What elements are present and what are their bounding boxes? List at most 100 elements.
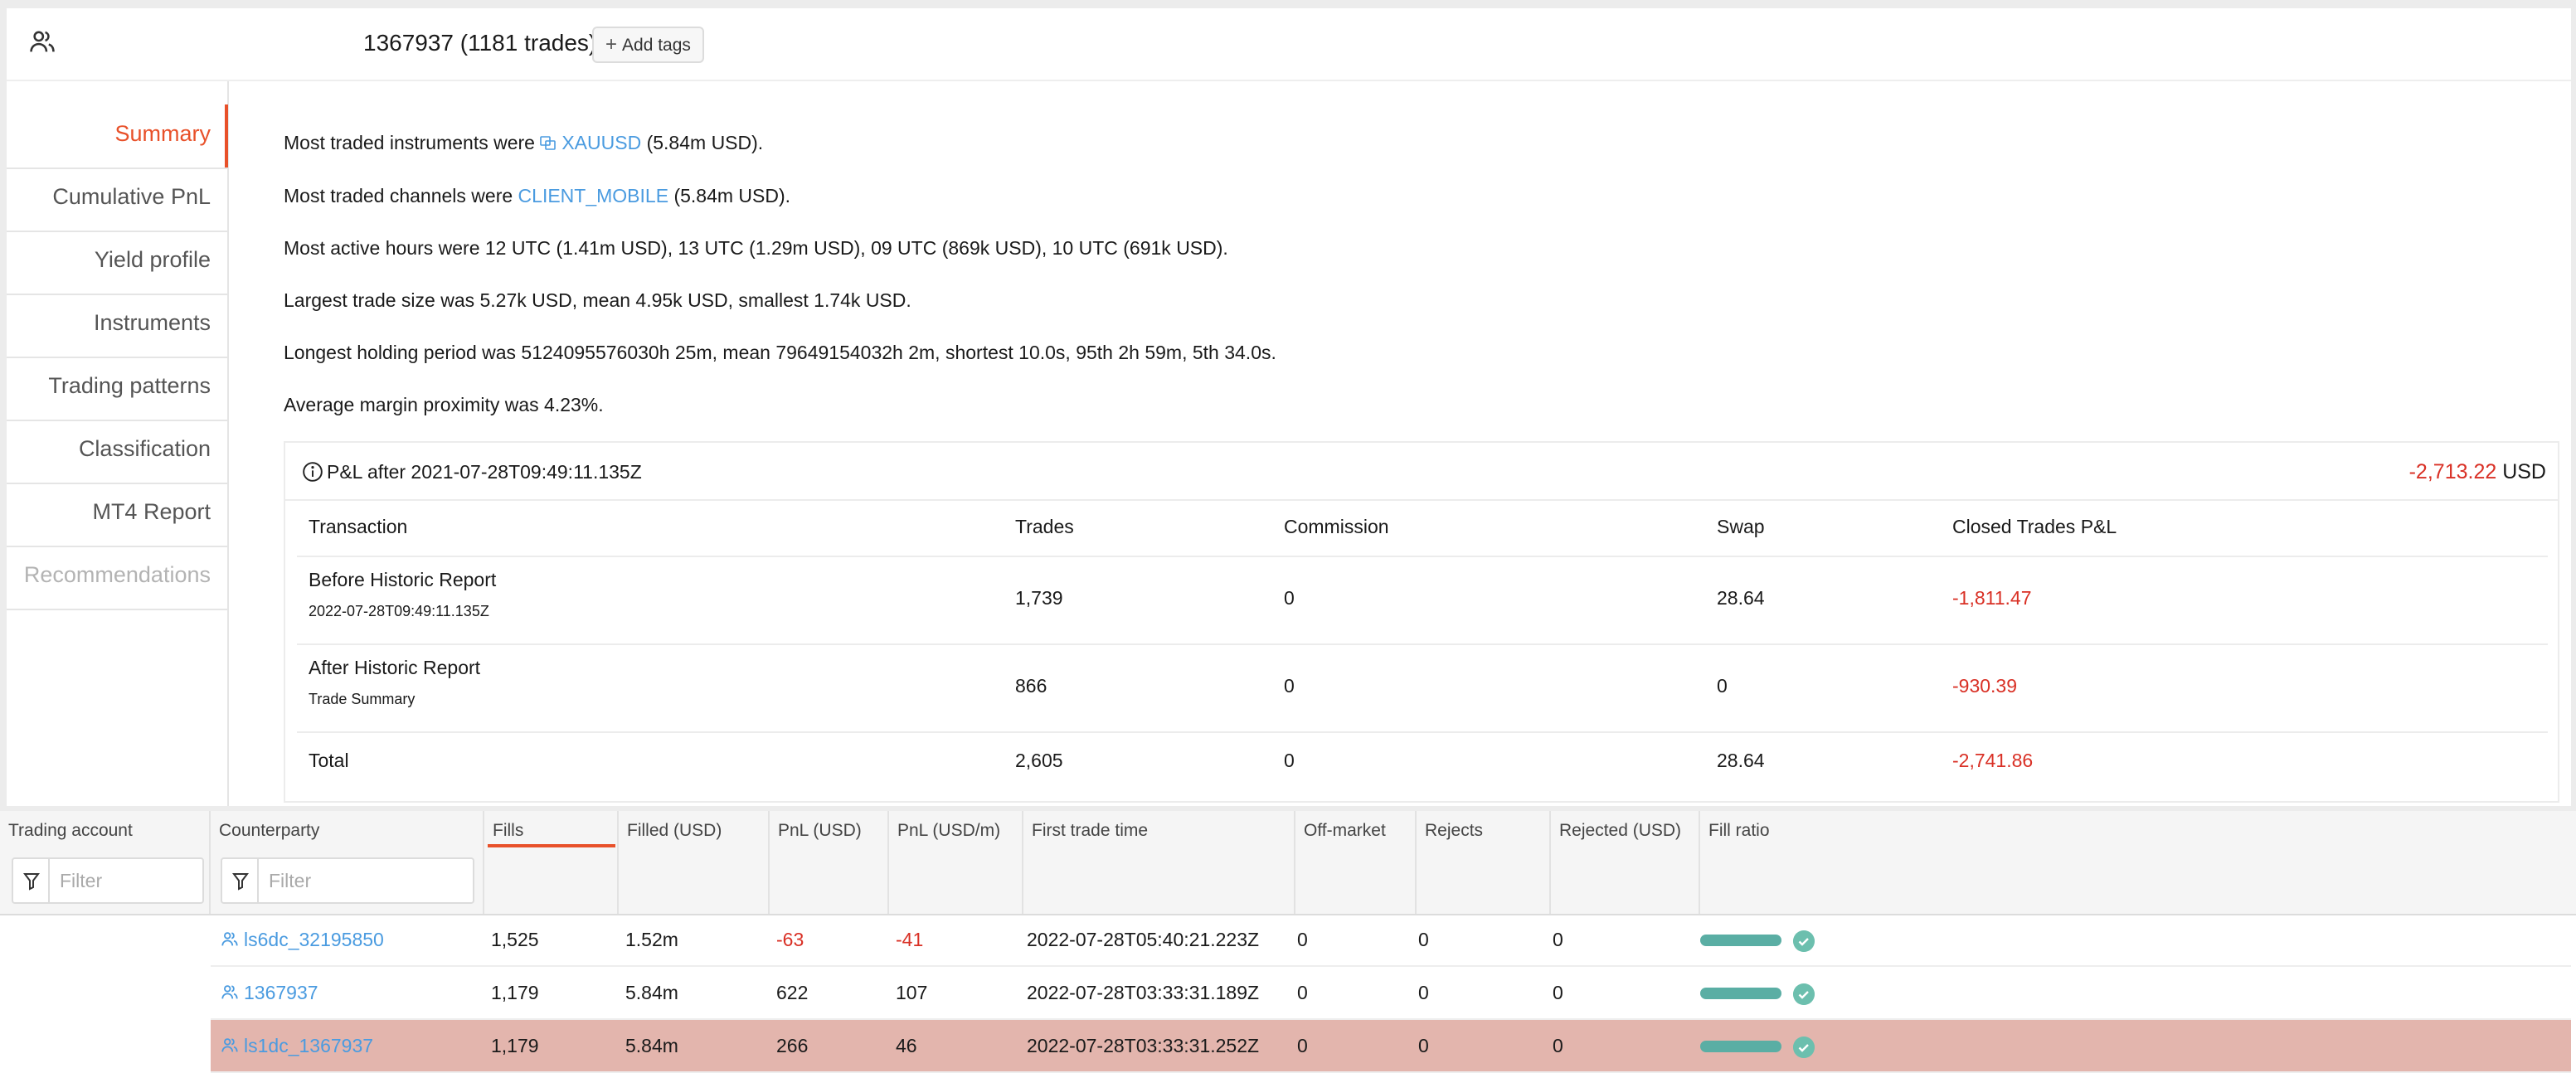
- active-indicator: [225, 104, 228, 168]
- filled-cell: 5.84m: [625, 1035, 678, 1056]
- add-tags-label: Add tags: [622, 36, 691, 55]
- sidebar-item-trading-patterns[interactable]: Trading patterns: [48, 373, 211, 399]
- counterparty-filter-input[interactable]: [264, 859, 471, 902]
- counterparty-link[interactable]: 1367937: [221, 980, 318, 1005]
- sidebar-item-instruments[interactable]: Instruments: [94, 310, 211, 336]
- divider: [7, 609, 227, 610]
- report-sidebar: Summary Cumulative PnL Yield profile Ins…: [7, 81, 229, 806]
- swap-cell: 28.64: [1717, 750, 1765, 771]
- column-counterparty[interactable]: Counterparty: [211, 811, 484, 914]
- info-icon[interactable]: [302, 461, 323, 483]
- pnl-cell: -930.39: [1952, 675, 2018, 697]
- rejects-cell: 0: [1418, 1035, 1429, 1056]
- swap-cell: 28.64: [1717, 587, 1765, 609]
- counterparty-grid: Trading account Counterparty Fills Fille…: [0, 811, 2576, 1073]
- sidebar-item-cumulative-pnl[interactable]: Cumulative PnL: [52, 184, 211, 210]
- column-header: Closed Trades P&L: [1952, 516, 2117, 537]
- fills-cell: 1,179: [491, 1035, 539, 1056]
- pnl-per-m-cell: 107: [896, 982, 928, 1003]
- filter-icon[interactable]: [13, 859, 50, 902]
- commission-cell: 0: [1284, 675, 1295, 697]
- divider: [7, 357, 227, 358]
- column-header: Trades: [1015, 516, 1074, 537]
- instrument-link[interactable]: XAUUSD: [540, 132, 641, 153]
- fills-cell: 1,525: [491, 929, 539, 950]
- table-row: After Historic Report Trade Summary 866 …: [297, 643, 2548, 733]
- column-trading-account[interactable]: Trading account: [0, 811, 211, 914]
- first-trade-cell: 2022-07-28T03:33:31.189Z: [1027, 982, 1260, 1003]
- check-icon: [1793, 1037, 1815, 1058]
- divider: [7, 420, 227, 421]
- rejected-cell: 0: [1553, 929, 1563, 950]
- column-rejected-usd[interactable]: Rejected (USD): [1551, 811, 1700, 914]
- summary-channels: Most traded channels were CLIENT_MOBILE …: [284, 185, 791, 206]
- column-fill-ratio[interactable]: Fill ratio: [1700, 811, 2576, 914]
- add-tags-button[interactable]: + Add tags: [592, 27, 704, 63]
- pnl-cell: 266: [776, 1035, 809, 1056]
- rejects-cell: 0: [1418, 929, 1429, 950]
- column-first-trade-time[interactable]: First trade time: [1023, 811, 1295, 914]
- rejects-cell: 0: [1418, 982, 1429, 1003]
- fill-ratio-bar: [1700, 935, 1781, 946]
- pnl-report-total: -2,713.22 USD: [2408, 460, 2546, 483]
- sidebar-item-classification[interactable]: Classification: [79, 436, 211, 462]
- pnl-cell: -2,741.86: [1952, 750, 2034, 771]
- filled-cell: 5.84m: [625, 982, 678, 1003]
- fill-ratio-bar: [1700, 1041, 1781, 1052]
- pnl-cell: -1,811.47: [1952, 587, 2032, 609]
- row-name: Before Historic Report: [309, 569, 497, 590]
- summary-holding-period: Longest holding period was 5124095576030…: [284, 342, 1276, 363]
- summary-active-hours: Most active hours were 12 UTC (1.41m USD…: [284, 237, 1228, 259]
- plus-icon: +: [605, 33, 618, 56]
- first-trade-cell: 2022-07-28T03:33:31.252Z: [1027, 1035, 1260, 1056]
- check-icon: [1793, 983, 1815, 1005]
- sidebar-item-mt4-report[interactable]: MT4 Report: [92, 499, 211, 525]
- row-name: Total: [309, 750, 349, 771]
- trading-account-filter: [12, 857, 204, 904]
- column-pnl-usd-m[interactable]: PnL (USD/m): [889, 811, 1023, 914]
- sidebar-item-summary[interactable]: Summary: [114, 121, 211, 147]
- account-header: 1367937 (1181 trades) + Add tags: [7, 8, 2571, 81]
- column-rejects[interactable]: Rejects: [1417, 811, 1551, 914]
- pnl-per-m-cell: 46: [896, 1035, 917, 1056]
- filter-icon[interactable]: [222, 859, 259, 902]
- table-row[interactable]: ls6dc_32195850 1,525 1.52m -63 -41 2022-…: [211, 914, 2571, 967]
- counterparty-link[interactable]: ls1dc_1367937: [221, 1033, 373, 1058]
- trades-cell: 2,605: [1015, 750, 1063, 771]
- user-icon: [221, 932, 238, 946]
- sidebar-item-yield-profile[interactable]: Yield profile: [95, 247, 211, 273]
- commission-cell: 0: [1284, 587, 1295, 609]
- column-header: Transaction: [309, 516, 408, 537]
- column-off-market[interactable]: Off-market: [1295, 811, 1417, 914]
- pnl-cell: 622: [776, 982, 809, 1003]
- account-panel: 1367937 (1181 trades) + Add tags Summary …: [7, 8, 2571, 806]
- divider: [7, 546, 227, 547]
- pnl-report-card: P&L after 2021-07-28T09:49:11.135Z -2,71…: [284, 441, 2559, 803]
- column-pnl-usd[interactable]: PnL (USD): [770, 811, 889, 914]
- divider: [7, 294, 227, 295]
- column-fills[interactable]: Fills: [484, 811, 619, 914]
- trading-account-filter-input[interactable]: [55, 859, 202, 902]
- channel-link[interactable]: CLIENT_MOBILE: [518, 185, 669, 206]
- table-row-selected[interactable]: ls1dc_1367937 1,179 5.84m 266 46 2022-07…: [211, 1020, 2571, 1073]
- pnl-report-header: P&L after 2021-07-28T09:49:11.135Z -2,71…: [285, 443, 2558, 501]
- counterparty-link[interactable]: ls6dc_32195850: [221, 927, 384, 952]
- row-name: After Historic Report: [309, 657, 481, 678]
- row-subtitle: Trade Summary: [309, 691, 416, 707]
- off-market-cell: 0: [1297, 982, 1308, 1003]
- table-row[interactable]: 1367937 1,179 5.84m 622 107 2022-07-28T0…: [211, 967, 2571, 1020]
- pnl-cell: -63: [776, 929, 804, 950]
- table-row: Before Historic Report 2022-07-28T09:49:…: [297, 556, 2548, 645]
- first-trade-cell: 2022-07-28T05:40:21.223Z: [1027, 929, 1260, 950]
- filled-cell: 1.52m: [625, 929, 678, 950]
- summary-trade-size: Largest trade size was 5.27k USD, mean 4…: [284, 289, 911, 311]
- pnl-table-header: Transaction Trades Commission Swap Close…: [297, 499, 2548, 557]
- column-filled-usd[interactable]: Filled (USD): [619, 811, 770, 914]
- summary-margin: Average margin proximity was 4.23%.: [284, 394, 604, 415]
- commission-cell: 0: [1284, 750, 1295, 771]
- column-header: Swap: [1717, 516, 1765, 537]
- rejected-cell: 0: [1553, 982, 1563, 1003]
- rejected-cell: 0: [1553, 1035, 1563, 1056]
- account-title: 1367937 (1181 trades): [363, 30, 597, 56]
- trades-cell: 866: [1015, 675, 1047, 697]
